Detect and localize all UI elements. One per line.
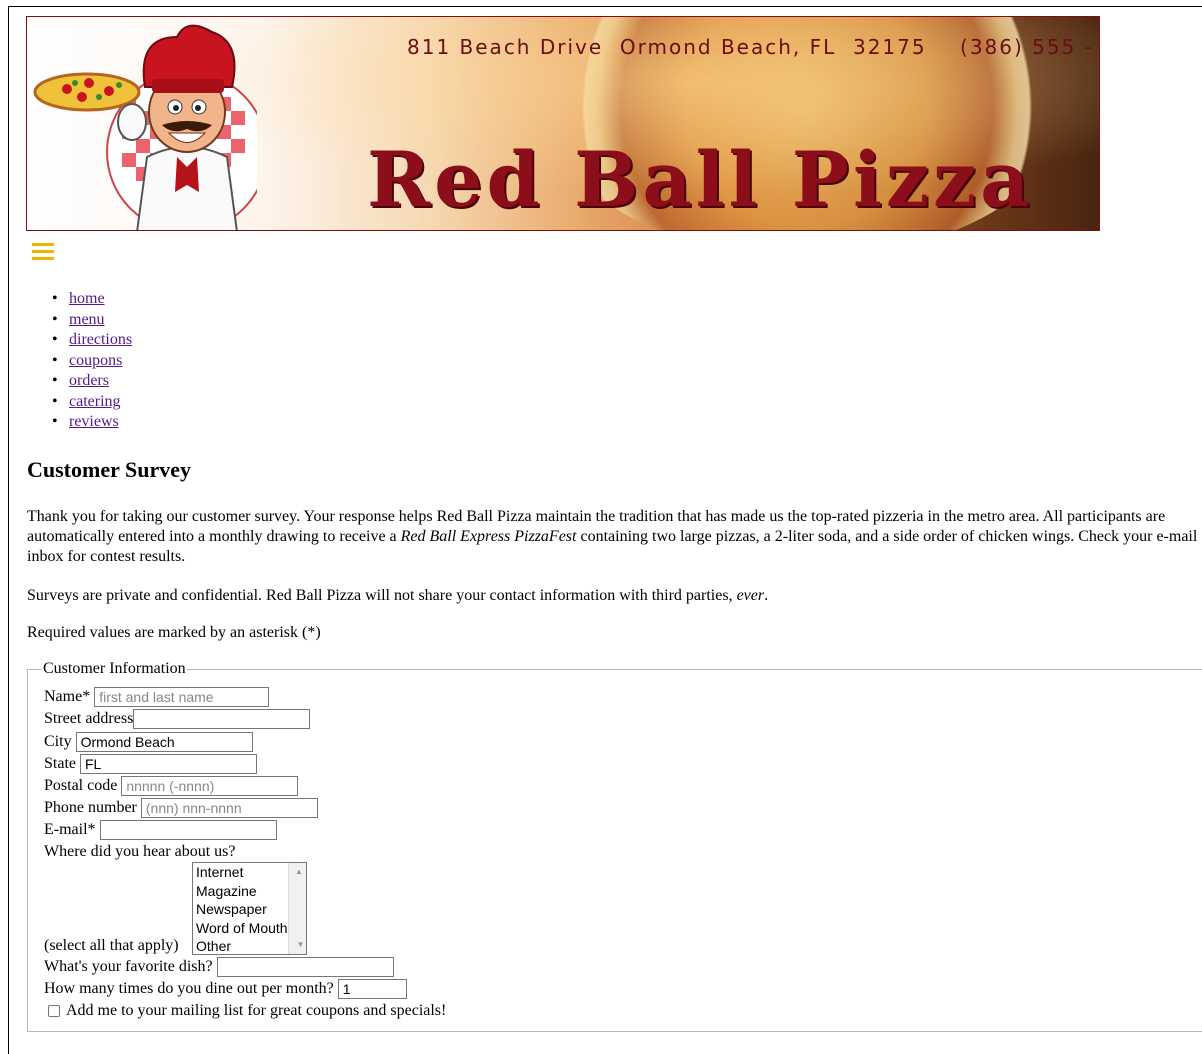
nav-item-directions: directions: [52, 330, 132, 351]
privacy-paragraph: Surveys are private and confidential. Re…: [27, 587, 769, 604]
dish-row: What's your favorite dish?: [44, 956, 394, 978]
nav-item-coupons: coupons: [52, 351, 132, 372]
city-label: City: [44, 733, 72, 750]
name-label: Name*: [44, 688, 91, 705]
nav-item-catering: catering: [52, 392, 132, 413]
nav-link-orders[interactable]: orders: [69, 372, 109, 389]
postal-label: Postal code: [44, 777, 118, 794]
nav-item-home: home: [52, 289, 132, 310]
postal-input[interactable]: nnnnn (-nnnn): [121, 776, 299, 797]
scroll-up-icon[interactable]: ▲: [292, 863, 306, 881]
city-input[interactable]: Ormond Beach: [75, 732, 253, 753]
email-row: E-mail*: [44, 819, 277, 841]
header-banner: 811 Beach Drive Ormond Beach, FL 32175 (…: [26, 16, 1100, 231]
nav-link-coupons[interactable]: coupons: [69, 352, 122, 369]
banner-address: 811 Beach Drive Ormond Beach, FL 32175 (…: [407, 35, 1100, 59]
hear-row: Where did you hear about us?: [44, 841, 235, 863]
phone-row: Phone number (nnn) nnn-nnnn: [44, 797, 318, 819]
page-frame-left: [8, 6, 9, 1054]
banner-title: Red Ball Pizza: [367, 135, 1034, 224]
street-label: Street address: [44, 710, 134, 727]
hear-hint-row: (select all that apply): [44, 935, 179, 957]
required-note: Required values are marked by an asteris…: [27, 624, 321, 641]
dine-row: How many times do you dine out per month…: [44, 978, 407, 1000]
name-input[interactable]: first and last name: [94, 687, 270, 708]
state-input[interactable]: FL: [80, 754, 257, 775]
mailing-row: Add me to your mailing list for great co…: [48, 1000, 446, 1022]
hamburger-menu-icon[interactable]: [32, 243, 54, 261]
nav-item-orders: orders: [52, 371, 132, 392]
dish-input[interactable]: [216, 957, 394, 978]
nav-link-home[interactable]: home: [69, 290, 105, 307]
page-frame-top: [8, 6, 1202, 7]
dish-label: What's your favorite dish?: [44, 958, 213, 975]
hear-hint: (select all that apply): [44, 937, 179, 954]
email-input[interactable]: [99, 820, 277, 841]
postal-row: Postal code nnnnn (-nnnn): [44, 775, 299, 797]
phone-label: Phone number: [44, 799, 137, 816]
nav-link-reviews[interactable]: reviews: [69, 413, 119, 430]
phone-input[interactable]: (nnn) nnn-nnnn: [140, 798, 318, 819]
city-row: City Ormond Beach: [44, 731, 253, 753]
scroll-down-icon[interactable]: ▼: [292, 936, 306, 954]
state-row: State FL: [44, 753, 257, 775]
chef-mascot-icon: [33, 24, 257, 230]
dine-label: How many times do you dine out per month…: [44, 980, 334, 997]
page-title: Customer Survey: [27, 457, 191, 482]
main-nav: home menu directions coupons orders cate…: [52, 289, 132, 433]
nav-item-menu: menu: [52, 310, 132, 331]
intro-paragraph: Thank you for taking our customer survey…: [27, 508, 1198, 565]
fieldset-legend: Customer Information: [43, 660, 186, 677]
street-input[interactable]: [133, 709, 311, 730]
street-row: Street address: [44, 708, 311, 730]
email-label: E-mail*: [44, 821, 96, 838]
mailing-list-checkbox[interactable]: [48, 1005, 60, 1018]
dine-count-input[interactable]: 1: [337, 979, 407, 1000]
nav-item-reviews: reviews: [52, 412, 132, 433]
name-row: Name* first and last name: [44, 686, 270, 708]
hear-select-list[interactable]: Internet Magazine Newspaper Word of Mout…: [192, 862, 307, 955]
nav-link-catering[interactable]: catering: [69, 393, 121, 410]
nav-link-directions[interactable]: directions: [69, 331, 132, 348]
hear-label: Where did you hear about us?: [44, 843, 236, 860]
state-label: State: [44, 755, 76, 772]
list-scrollbar[interactable]: ▲ ▼: [288, 863, 306, 954]
mailing-label: Add me to your mailing list for great co…: [66, 1002, 447, 1019]
nav-link-menu[interactable]: menu: [69, 311, 105, 328]
